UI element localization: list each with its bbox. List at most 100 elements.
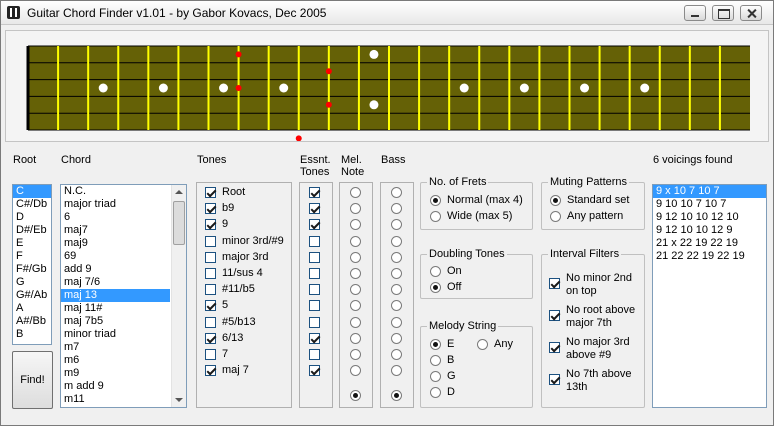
tone-checkbox[interactable] [205, 349, 216, 360]
voicing-item[interactable]: 21 22 22 19 22 19 [653, 250, 766, 263]
essential-tone-checkbox[interactable] [309, 235, 320, 247]
voicing-item[interactable]: 21 x 22 19 22 19 [653, 237, 766, 250]
voicings-listbox[interactable]: 9 x 10 7 10 79 10 10 7 10 79 12 10 10 12… [652, 184, 767, 408]
chord-item[interactable]: m11 [61, 393, 170, 406]
root-item[interactable]: D [13, 211, 51, 224]
root-item[interactable]: F#/Gb [13, 263, 51, 276]
melody-note-radio[interactable] [350, 187, 361, 198]
root-item[interactable]: C#/Db [13, 198, 51, 211]
melody-note-radio[interactable] [350, 316, 361, 328]
scroll-up-icon[interactable] [175, 190, 183, 194]
melody-string-e-radio[interactable] [430, 339, 441, 350]
tone-checkbox[interactable] [205, 268, 216, 279]
melody-note-radio[interactable] [350, 235, 361, 247]
chord-item[interactable]: N.C. [61, 185, 170, 198]
no-7th-above-checkbox[interactable] [549, 374, 560, 385]
close-button[interactable] [740, 5, 762, 21]
normal-frets-radio[interactable] [430, 195, 441, 206]
bass-radio[interactable] [391, 349, 402, 360]
voicing-item[interactable]: 9 12 10 10 12 9 [653, 224, 766, 237]
melody-note-radio[interactable] [350, 300, 361, 312]
chord-item[interactable]: m7 [61, 341, 170, 354]
doubling-off-radio[interactable] [430, 282, 441, 293]
essential-tone-checkbox[interactable] [309, 203, 320, 215]
chord-item[interactable]: maj 7b5 [61, 315, 170, 328]
doubling-on-radio[interactable] [430, 266, 441, 277]
chord-item[interactable]: 6 [61, 211, 170, 224]
chord-item[interactable]: maj 13 [61, 289, 170, 302]
chord-item[interactable]: maj7 [61, 224, 170, 237]
essential-tone-checkbox[interactable] [309, 187, 320, 198]
chord-item[interactable]: maj 7/6 [61, 276, 170, 289]
wide-frets-radio[interactable] [430, 211, 441, 222]
tone-checkbox[interactable] [205, 203, 216, 215]
melody-string-g-radio[interactable] [430, 371, 441, 382]
melody-string-any-radio[interactable] [477, 339, 488, 350]
chord-item[interactable]: maj 11# [61, 302, 170, 315]
no-major-3rd-checkbox[interactable] [549, 342, 560, 353]
bass-radio[interactable] [391, 365, 402, 377]
root-listbox[interactable]: C C#/Db D D#/Eb E F F#/Gb G G#/Ab A A#/Bb B [12, 184, 52, 345]
melody-note-radio[interactable] [350, 268, 361, 279]
any-pattern-radio[interactable] [550, 211, 561, 222]
melody-note-radio[interactable] [350, 349, 361, 360]
tone-checkbox[interactable] [205, 300, 216, 312]
tone-checkbox[interactable] [205, 332, 216, 344]
bass-radio[interactable] [391, 251, 402, 263]
bass-radio[interactable] [391, 284, 402, 296]
essential-tone-checkbox[interactable] [309, 349, 320, 360]
tone-checkbox[interactable] [205, 235, 216, 247]
essential-tone-checkbox[interactable] [309, 316, 320, 328]
melody-string-b-radio[interactable] [430, 355, 441, 366]
minimize-button[interactable] [684, 5, 706, 21]
voicing-item[interactable]: 9 10 10 7 10 7 [653, 198, 766, 211]
bass-radio[interactable] [391, 332, 402, 344]
no-root-above-checkbox[interactable] [549, 310, 560, 321]
essential-tone-checkbox[interactable] [309, 332, 320, 344]
essential-tone-checkbox[interactable] [309, 365, 320, 377]
voicing-item[interactable]: 9 12 10 10 12 10 [653, 211, 766, 224]
melody-string-d-radio[interactable] [430, 387, 441, 398]
chord-scrollbar[interactable] [171, 185, 186, 407]
find-button[interactable]: Find! [12, 351, 53, 409]
bass-radio[interactable] [391, 300, 402, 312]
chord-item[interactable]: maj9 [61, 237, 170, 250]
tone-checkbox[interactable] [205, 219, 216, 231]
bass-radio[interactable] [391, 316, 402, 328]
tone-checkbox[interactable] [205, 365, 216, 377]
essential-tone-checkbox[interactable] [309, 284, 320, 296]
chord-item[interactable]: 69 [61, 250, 170, 263]
melody-note-radio[interactable] [350, 203, 361, 215]
chord-item[interactable]: major triad [61, 198, 170, 211]
melody-note-radio[interactable] [350, 284, 361, 296]
root-item[interactable]: F [13, 250, 51, 263]
melody-note-radio[interactable] [350, 365, 361, 377]
maximize-button[interactable] [712, 5, 734, 21]
root-item[interactable]: D#/Eb [13, 224, 51, 237]
melody-note-any-radio[interactable] [350, 389, 361, 401]
essential-tone-checkbox[interactable] [309, 300, 320, 312]
root-item[interactable]: A [13, 302, 51, 315]
tone-checkbox[interactable] [205, 284, 216, 296]
essential-tone-checkbox[interactable] [309, 219, 320, 231]
melody-note-radio[interactable] [350, 251, 361, 263]
root-item[interactable]: C [13, 185, 51, 198]
scroll-thumb[interactable] [173, 201, 185, 245]
root-item[interactable]: G#/Ab [13, 289, 51, 302]
melody-note-radio[interactable] [350, 219, 361, 231]
chord-item[interactable]: m6 [61, 354, 170, 367]
bass-radio[interactable] [391, 268, 402, 279]
chord-item[interactable]: m9 [61, 367, 170, 380]
melody-note-radio[interactable] [350, 332, 361, 344]
tone-checkbox[interactable] [205, 187, 216, 198]
bass-any-radio[interactable] [391, 389, 402, 401]
essential-tone-checkbox[interactable] [309, 251, 320, 263]
bass-radio[interactable] [391, 235, 402, 247]
bass-radio[interactable] [391, 203, 402, 215]
root-item[interactable]: B [13, 328, 51, 341]
chord-listbox[interactable]: N.C. major triad 6 maj7 maj9 69 add 9 maj 7/6 ma… [60, 184, 187, 408]
root-item[interactable]: E [13, 237, 51, 250]
root-item[interactable]: G [13, 276, 51, 289]
title-bar[interactable]: Guitar Chord Finder v1.01 - by Gabor Kov… [1, 1, 773, 25]
no-minor-2nd-checkbox[interactable] [549, 278, 560, 289]
